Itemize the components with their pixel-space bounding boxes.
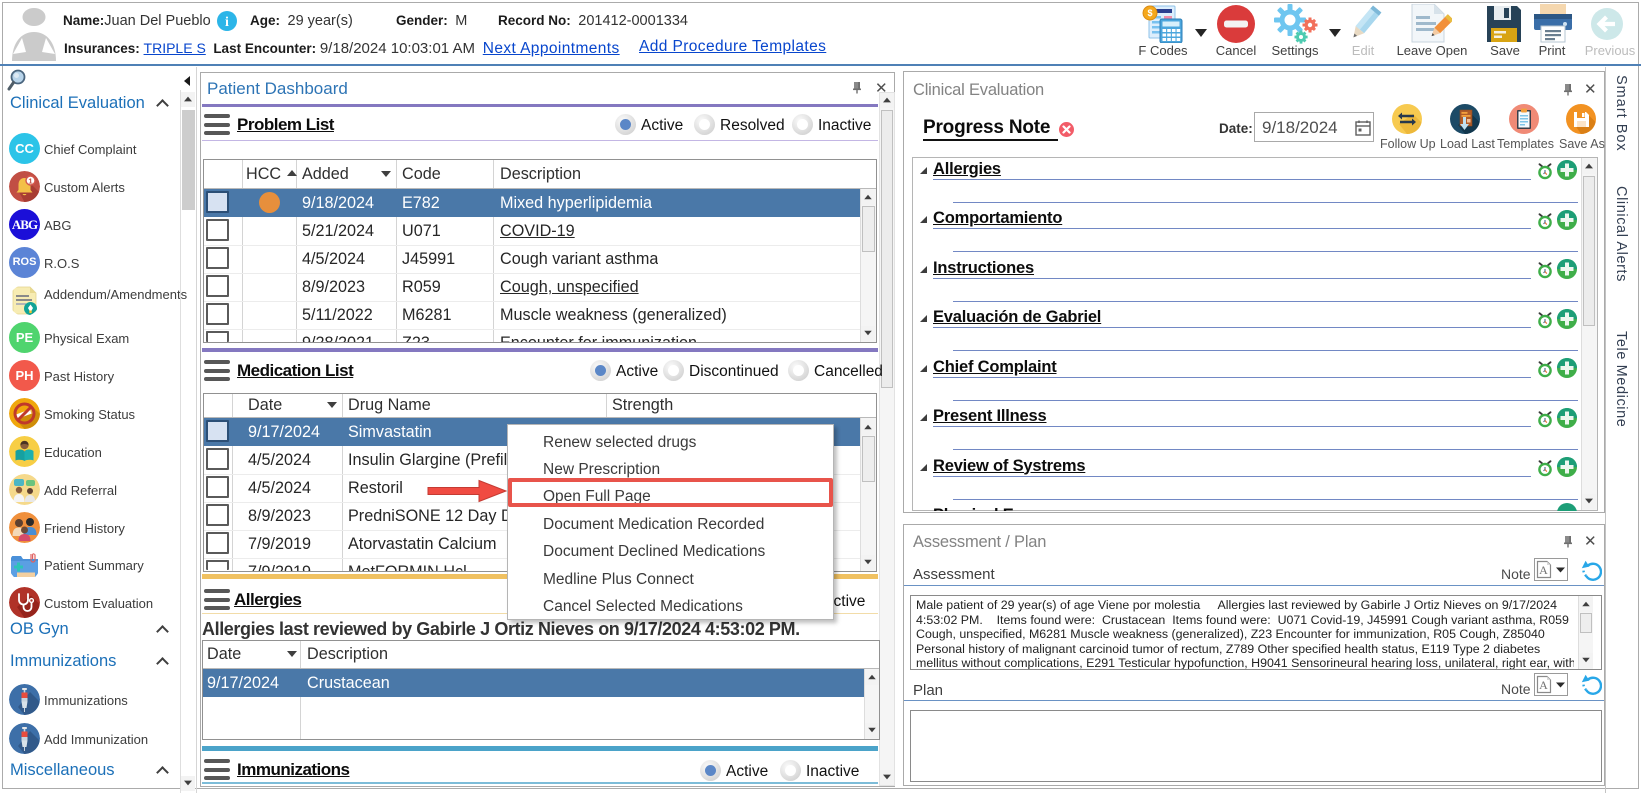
svg-text:i: i — [225, 15, 229, 30]
svg-text:A: A — [1539, 678, 1548, 692]
svg-text:$: $ — [1147, 8, 1152, 18]
svg-text:A: A — [1539, 563, 1548, 577]
svg-text:1: 1 — [28, 177, 32, 186]
